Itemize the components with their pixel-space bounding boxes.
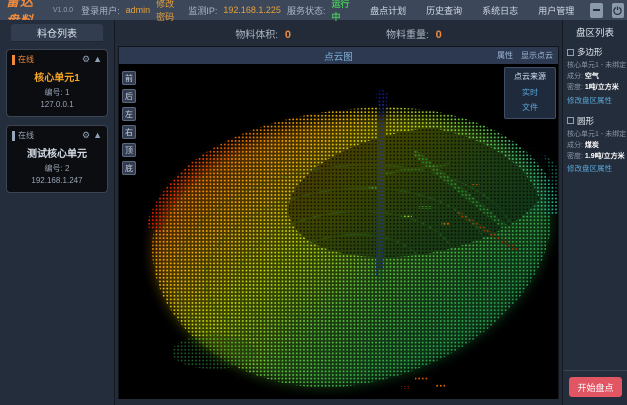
unit-name: 核心单元1 [12,69,102,84]
monitor-ip-label: 监测IP: [188,4,217,17]
silo-list-panel: 料仓列表 在线 ⚙ ▲ 核心单元1 编号: 1 127.0.0.1 在线 ⚙ [0,20,115,405]
gear-icon[interactable]: ⚙ [82,131,90,140]
unit-card-1[interactable]: 在线 ⚙ ▲ 核心单元1 编号: 1 127.0.0.1 [6,49,108,117]
material-stats-bar: 物料体积: 0 物料重量: 0 [115,20,562,46]
point-cloud-viewer: 点云图 属性 显示点云 前 后 左 右 顶 底 点云来源 实时 文件 [118,46,559,399]
viewer-properties-link[interactable]: 属性 [497,50,513,61]
viewer-title: 点云图 [324,49,353,63]
viewer-header-links: 属性 显示点云 [497,47,553,64]
area-item-circle: 圆形 核心单元1 - 未绑定 成分: 煤炭 密度: 1.9吨/立方米 修改盘区属… [563,115,627,175]
unit-number: 编号: 1 [12,87,102,99]
warning-icon[interactable]: ▲ [93,55,102,64]
material-volume-value: 0 [285,29,291,41]
area-checkbox[interactable] [567,49,574,56]
minimize-icon [593,9,600,11]
view-back-button[interactable]: 后 [122,89,136,103]
view-left-button[interactable]: 左 [122,107,136,121]
point-cloud-image [119,64,558,399]
area-checkbox[interactable] [567,117,574,124]
material-volume-label: 物料体积: [235,30,278,41]
silo-list-tab[interactable]: 料仓列表 [11,24,103,42]
unit-card-2-header: 在线 ⚙ ▲ [12,130,102,141]
unit-status-bar [12,55,15,65]
area-edit-link[interactable]: 修改盘区属性 [567,163,623,174]
monitor-ip-value: 192.168.1.225 [223,5,281,15]
cloud-source-panel: 点云来源 实时 文件 [504,67,556,119]
unit-card-1-header: 在线 ⚙ ▲ [12,54,102,65]
viewer-show-cloud-link[interactable]: 显示点云 [521,50,553,61]
login-user-value: admin [126,5,151,15]
area-list-title: 盘区列表 [563,20,627,46]
nav-user-management[interactable]: 用户管理 [538,4,574,17]
unit-name: 测试核心单元 [12,145,102,160]
material-weight: 物料重量: 0 [386,26,442,41]
unit-status-text: 在线 [18,54,34,65]
view-top-button[interactable]: 顶 [122,143,136,157]
view-front-button[interactable]: 前 [122,71,136,85]
cloud-source-title: 点云来源 [507,71,553,82]
nav-system-log[interactable]: 系统日志 [482,4,518,17]
area-composition: 成分: 空气 [567,71,623,82]
unit-ip: 192.168.1.247 [12,175,102,187]
material-volume: 物料体积: 0 [235,26,291,41]
app-version: V1.0.0 [53,7,73,14]
unit-status-bar [12,131,15,141]
app-window: 雷达盘料 V1.0.0 登录用户: admin 修改密码 监测IP: 192.1… [0,0,627,405]
area-unit-binding: 核心单元1 - 未绑定 [567,60,623,71]
view-right-button[interactable]: 右 [122,125,136,139]
area-name: 多边形 [577,46,603,58]
service-status-label: 服务状态: [287,4,326,17]
login-user-label: 登录用户: [81,4,120,17]
view-toolbar: 前 后 左 右 顶 底 [122,71,136,179]
area-item-polygon: 多边形 核心单元1 - 未绑定 成分: 空气 密度: 1吨/立方米 修改盘区属性 [563,46,627,106]
viewer-header: 点云图 属性 显示点云 [119,47,558,64]
area-unit-binding: 核心单元1 - 未绑定 [567,129,623,140]
power-icon [613,6,622,15]
unit-ip: 127.0.0.1 [12,99,102,111]
area-edit-link[interactable]: 修改盘区属性 [567,95,623,106]
unit-status-text: 在线 [18,130,34,141]
title-bar: 雷达盘料 V1.0.0 登录用户: admin 修改密码 监测IP: 192.1… [0,0,627,20]
minimize-button[interactable] [590,3,602,18]
unit-number: 编号: 2 [12,163,102,175]
power-button[interactable] [612,3,624,18]
view-bottom-button[interactable]: 底 [122,161,136,175]
viewer-canvas[interactable]: 前 后 左 右 顶 底 点云来源 实时 文件 [119,64,558,399]
area-list-panel: 盘区列表 多边形 核心单元1 - 未绑定 成分: 空气 密度: 1吨/立方米 修… [562,20,627,405]
cloud-source-realtime[interactable]: 实时 [507,85,553,100]
area-density: 密度: 1.9吨/立方米 [567,151,623,162]
material-weight-label: 物料重量: [386,30,429,41]
area-name: 圆形 [577,115,594,127]
area-density: 密度: 1吨/立方米 [567,82,623,93]
material-weight-value: 0 [436,29,442,41]
unit-card-2[interactable]: 在线 ⚙ ▲ 测试核心单元 编号: 2 192.168.1.247 [6,125,108,193]
panel-divider [563,370,627,371]
gear-icon[interactable]: ⚙ [82,55,90,64]
warning-icon[interactable]: ▲ [93,131,102,140]
area-composition: 成分: 煤炭 [567,140,623,151]
cloud-source-file[interactable]: 文件 [507,100,553,115]
start-inventory-button[interactable]: 开始盘点 [569,377,622,397]
nav-history-query[interactable]: 历史查询 [426,4,462,17]
nav-inventory-plan[interactable]: 盘点计划 [370,4,406,17]
